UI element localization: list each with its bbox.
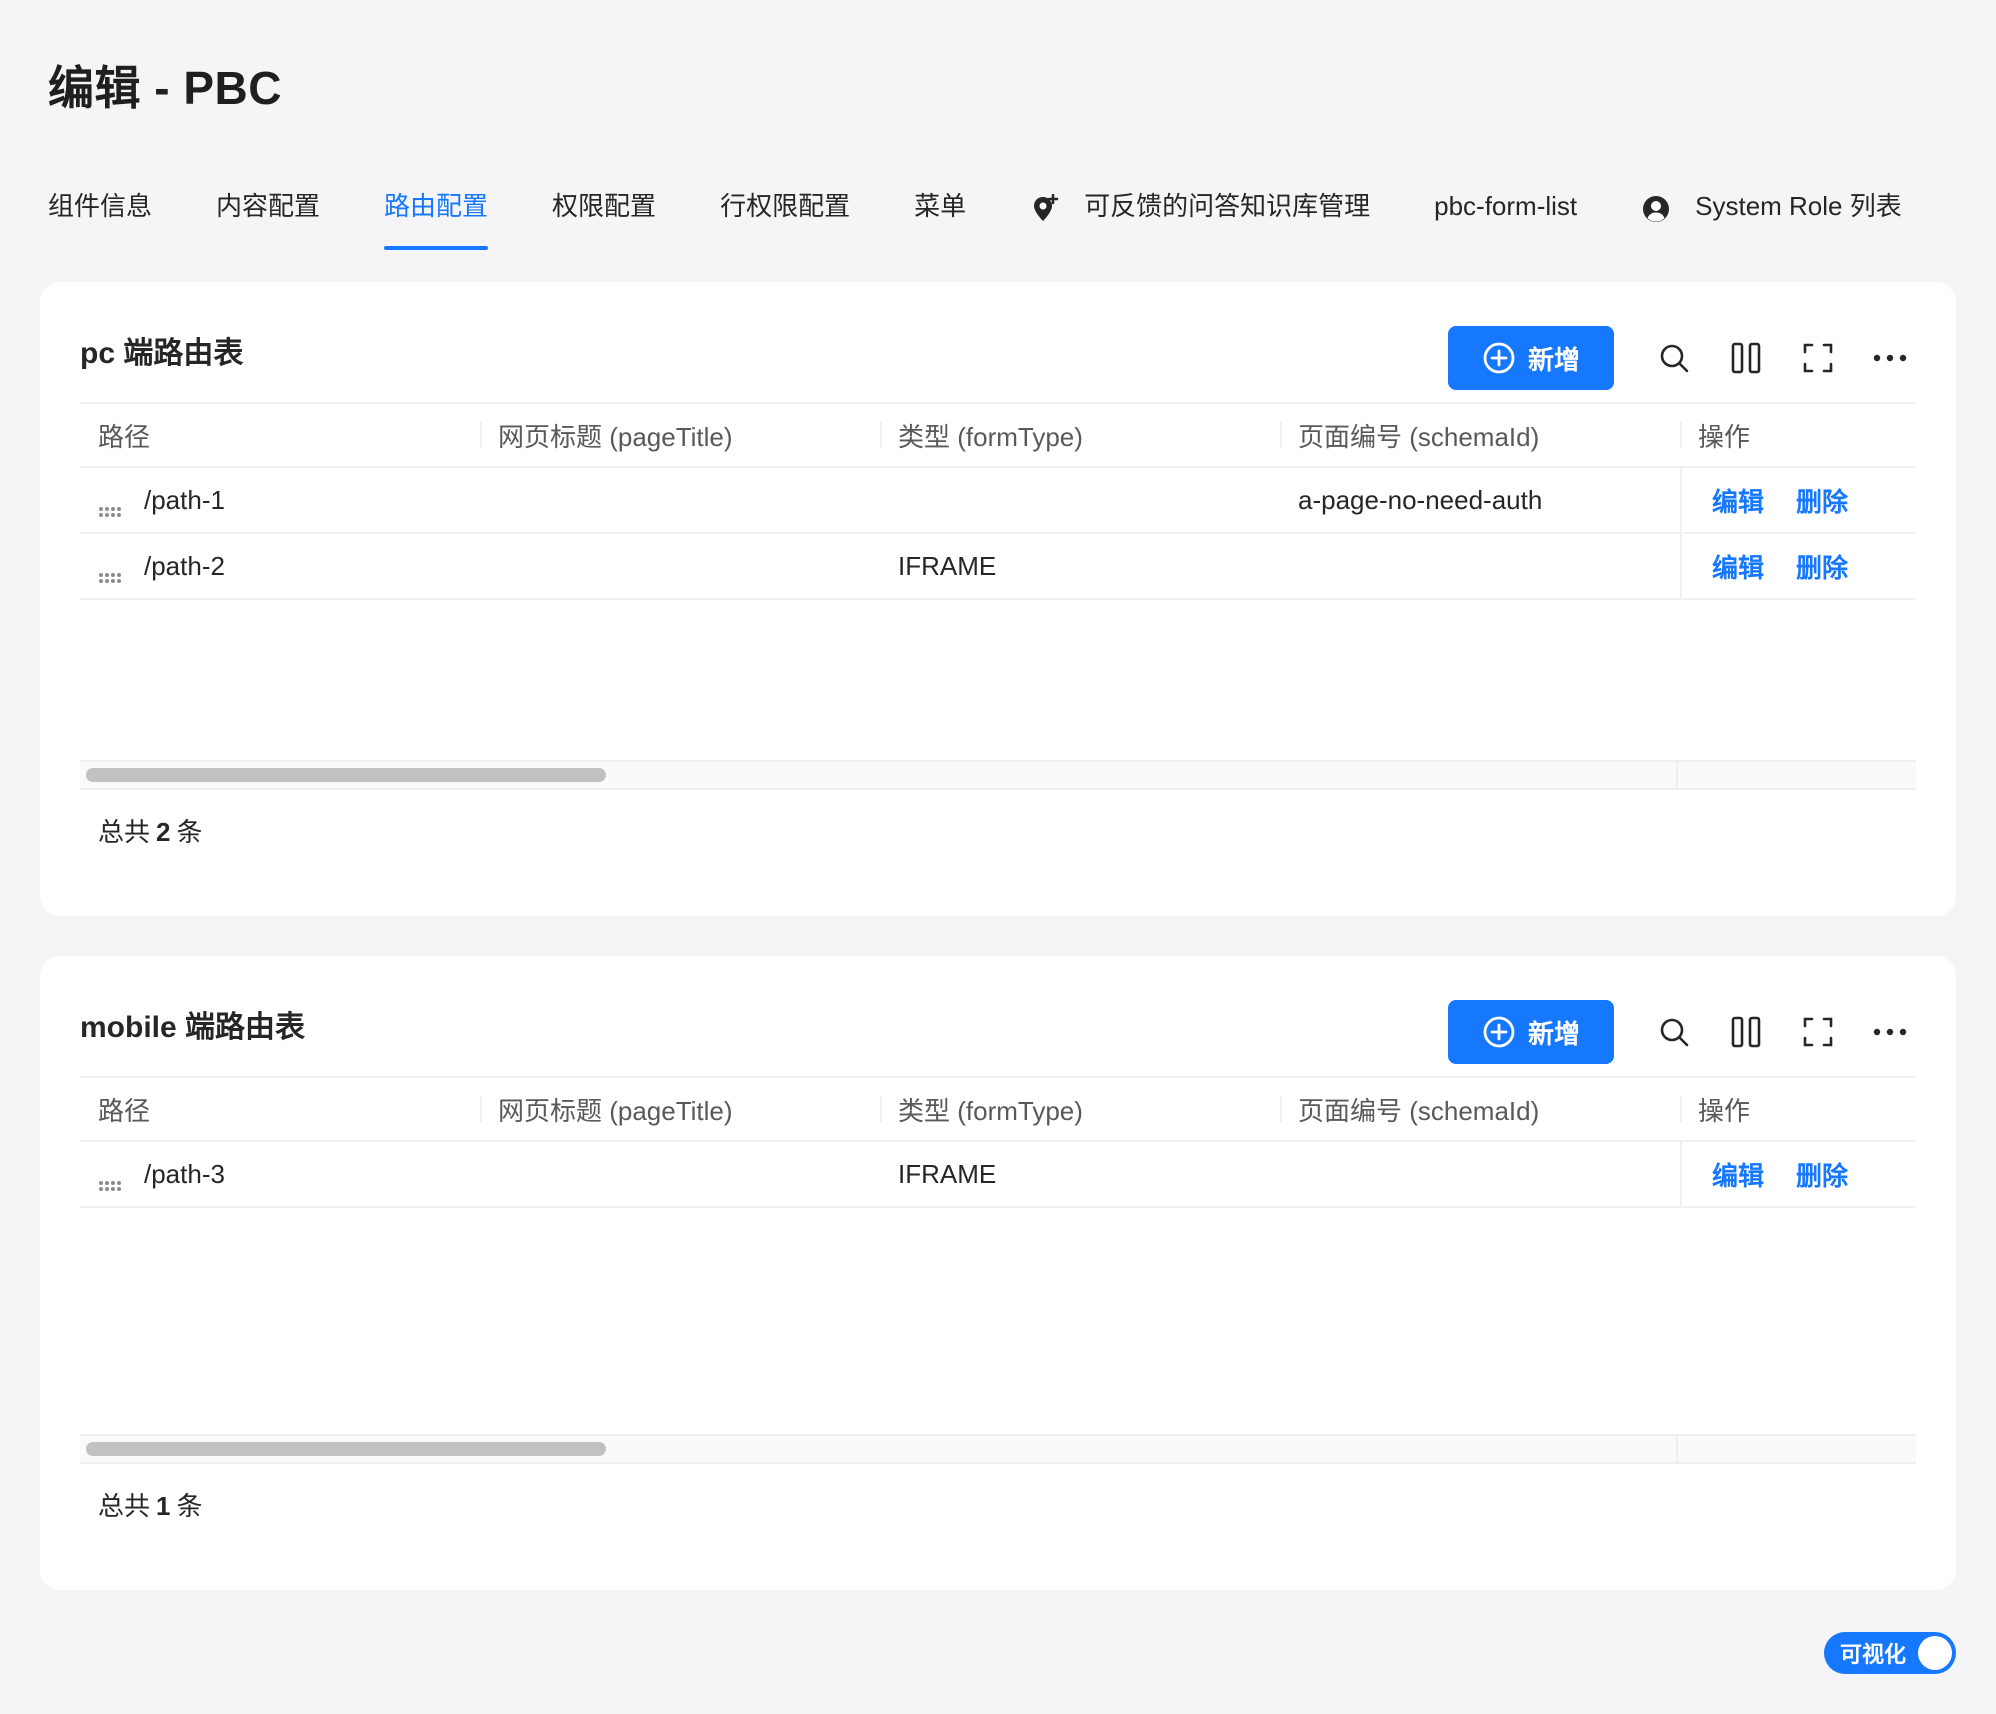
column-header: 操作 <box>1680 1078 1916 1140</box>
page-title-cell <box>480 534 880 598</box>
user-circle-icon <box>1641 191 1671 222</box>
column-header: 操作 <box>1680 404 1916 466</box>
edit-link[interactable]: 编辑 <box>1712 482 1764 519</box>
tab-label: 组件信息 <box>48 191 153 221</box>
more-icon[interactable] <box>1862 330 1918 386</box>
visualize-toggle[interactable]: 可视化 <box>1824 1632 1956 1674</box>
column-header: 页面编号 (schemaId) <box>1280 404 1680 466</box>
edit-link[interactable]: 编辑 <box>1712 548 1764 585</box>
card-title: pc 端路由表 <box>80 337 244 370</box>
table-toolbar: 新增 <box>1448 1000 1918 1064</box>
column-header: 路径 <box>98 421 151 452</box>
add-button[interactable]: 新增 <box>1448 326 1614 390</box>
drag-handle-icon[interactable] <box>98 1168 122 1191</box>
add-button-label: 新增 <box>1527 1018 1580 1049</box>
toggle-label: 可视化 <box>1840 1642 1907 1667</box>
schema-id-cell <box>1280 1142 1680 1206</box>
total-count: 总共 1 条 <box>98 1486 203 1523</box>
column-header: 网页标题 (pageTitle) <box>480 404 880 466</box>
total-number: 2 <box>156 817 171 847</box>
tab-label: 路由配置 <box>384 191 489 221</box>
tab-bar: 组件信息 内容配置 路由配置 权限配置 行权限配置 菜单 可反馈的问答知识库管理… <box>48 182 1996 250</box>
page-title-cell <box>480 1142 880 1206</box>
delete-link[interactable]: 删除 <box>1796 1156 1848 1193</box>
tab-menu[interactable]: 菜单 <box>914 182 966 250</box>
add-button[interactable]: 新增 <box>1448 1000 1614 1064</box>
table-row: /path-1 a-page-no-need-auth 编辑 删除 <box>80 468 1916 534</box>
tab-component-info[interactable]: 组件信息 <box>48 182 152 250</box>
mobile-route-card: mobile 端路由表 新增 路径 网页标题 (pageTitle) 类型 (f… <box>40 956 1956 1590</box>
form-type-cell: IFRAME <box>898 550 997 581</box>
plus-circle-icon <box>1483 1016 1515 1048</box>
table-toolbar: 新增 <box>1448 326 1918 390</box>
fullscreen-icon[interactable] <box>1790 1004 1846 1060</box>
delete-link[interactable]: 删除 <box>1796 548 1848 585</box>
plus-circle-icon <box>1483 342 1515 374</box>
path-cell: /path-2 <box>144 550 225 581</box>
tab-route-config[interactable]: 路由配置 <box>384 182 489 250</box>
total-number: 1 <box>156 1491 171 1521</box>
tab-label: 权限配置 <box>552 191 657 221</box>
toggle-knob <box>1918 1636 1952 1670</box>
mobile-route-table: 路径 网页标题 (pageTitle) 类型 (formType) 页面编号 (… <box>80 1076 1916 1464</box>
tab-permission-config[interactable]: 权限配置 <box>552 182 656 250</box>
scrollbar-thumb[interactable] <box>86 1442 606 1456</box>
table-row: /path-3 IFRAME 编辑 删除 <box>80 1142 1916 1208</box>
drag-handle-icon[interactable] <box>98 494 122 517</box>
horizontal-scrollbar[interactable] <box>80 1434 1916 1464</box>
column-header: 类型 (formType) <box>880 404 1280 466</box>
tab-label: 可反馈的问答知识库管理 <box>1084 191 1371 221</box>
fullscreen-icon[interactable] <box>1790 330 1846 386</box>
total-prefix: 总共 <box>98 1491 151 1521</box>
table-header: 路径 网页标题 (pageTitle) 类型 (formType) 页面编号 (… <box>80 1076 1916 1142</box>
horizontal-scrollbar[interactable] <box>80 760 1916 790</box>
edit-link[interactable]: 编辑 <box>1712 1156 1764 1193</box>
table-header: 路径 网页标题 (pageTitle) 类型 (formType) 页面编号 (… <box>80 402 1916 468</box>
table-row: /path-2 IFRAME 编辑 删除 <box>80 534 1916 600</box>
tab-system-role-list[interactable]: System Role 列表 <box>1641 182 1902 250</box>
tab-label: 菜单 <box>914 191 967 221</box>
pc-route-card: pc 端路由表 新增 路径 网页标题 (pageTitle) 类型 (formT… <box>40 282 1956 916</box>
tab-label: System Role 列表 <box>1695 191 1902 221</box>
column-settings-icon[interactable] <box>1718 1004 1774 1060</box>
delete-link[interactable]: 删除 <box>1796 482 1848 519</box>
pc-route-table: 路径 网页标题 (pageTitle) 类型 (formType) 页面编号 (… <box>80 402 1916 790</box>
column-settings-icon[interactable] <box>1718 330 1774 386</box>
path-cell: /path-1 <box>144 484 225 515</box>
column-header: 类型 (formType) <box>880 1078 1280 1140</box>
total-count: 总共 2 条 <box>98 812 203 849</box>
drag-handle-icon[interactable] <box>98 560 122 583</box>
page-title-cell <box>480 468 880 532</box>
total-suffix: 条 <box>176 817 203 847</box>
more-icon[interactable] <box>1862 1004 1918 1060</box>
total-prefix: 总共 <box>98 817 151 847</box>
page-title: 编辑 - PBC <box>48 62 282 114</box>
search-icon[interactable] <box>1646 330 1702 386</box>
tab-label: 内容配置 <box>216 191 321 221</box>
add-button-label: 新增 <box>1527 344 1580 375</box>
card-title: mobile 端路由表 <box>80 1011 306 1044</box>
tab-label: pbc-form-list <box>1434 191 1578 221</box>
column-header: 页面编号 (schemaId) <box>1280 1078 1680 1140</box>
form-type-cell <box>880 468 1280 532</box>
schema-id-cell: a-page-no-need-auth <box>1298 484 1543 515</box>
path-cell: /path-3 <box>144 1158 225 1189</box>
total-suffix: 条 <box>176 1491 203 1521</box>
tab-pbc-form-list[interactable]: pbc-form-list <box>1434 182 1577 250</box>
tab-qa-knowledge-base[interactable]: 可反馈的问答知识库管理 <box>1030 182 1370 250</box>
column-header: 路径 <box>98 1095 151 1126</box>
tab-content-config[interactable]: 内容配置 <box>216 182 320 250</box>
schema-id-cell <box>1280 534 1680 598</box>
location-pin-plus-icon <box>1030 191 1060 221</box>
tab-label: 行权限配置 <box>720 191 851 221</box>
scrollbar-thumb[interactable] <box>86 768 606 782</box>
tab-row-permission-config[interactable]: 行权限配置 <box>720 182 850 250</box>
column-header: 网页标题 (pageTitle) <box>480 1078 880 1140</box>
form-type-cell: IFRAME <box>898 1158 997 1189</box>
search-icon[interactable] <box>1646 1004 1702 1060</box>
